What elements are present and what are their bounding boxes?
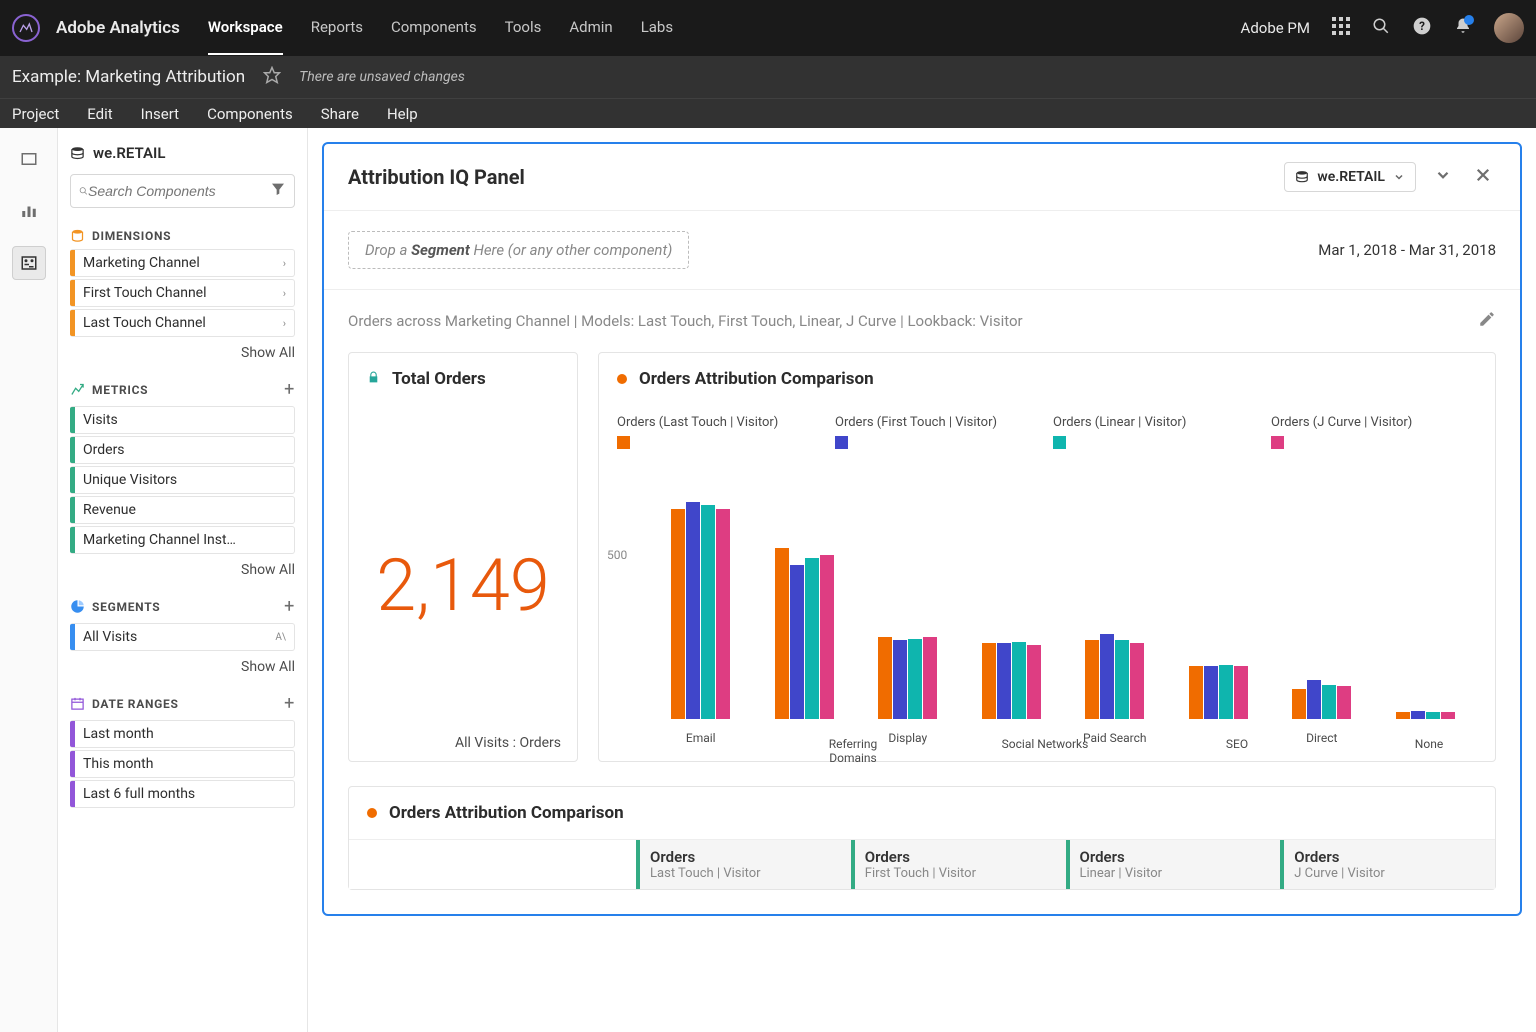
chart-plot-area: 500EmailDisplayPaid SearchDirectReferrin… — [649, 461, 1477, 741]
tab-components[interactable]: Components — [391, 1, 477, 55]
segment-item[interactable]: All VisitsA\ — [70, 623, 295, 651]
topbar: Adobe Analytics Workspace Reports Compon… — [0, 0, 1536, 56]
panel-subtitle: Orders across Marketing Channel | Models… — [348, 312, 1023, 330]
table-col[interactable]: OrdersFirst Touch | Visitor — [851, 840, 1066, 889]
panel-daterange[interactable]: Mar 1, 2018 - Mar 31, 2018 — [1318, 241, 1496, 259]
sidebar-suite-label: we.RETAIL — [93, 144, 165, 162]
unsaved-changes-label: There are unsaved changes — [299, 69, 465, 85]
lock-icon — [367, 371, 380, 388]
metric-item[interactable]: Revenue — [70, 496, 295, 524]
avatar[interactable] — [1494, 13, 1524, 43]
menubar: Project Edit Insert Components Share Hel… — [0, 98, 1536, 128]
menu-insert[interactable]: Insert — [141, 105, 179, 123]
daterange-item[interactable]: This month — [70, 750, 295, 778]
help-icon[interactable]: ? — [1412, 16, 1432, 40]
total-orders-footer: All Visits : Orders — [349, 725, 577, 761]
chart-dot-icon — [617, 374, 627, 384]
metrics-header: METRICS + — [70, 379, 295, 400]
menu-help[interactable]: Help — [387, 105, 418, 123]
dimension-item[interactable]: First Touch Channel› — [70, 279, 295, 307]
project-subheader: Example: Marketing Attribution There are… — [0, 56, 1536, 98]
chart-title: Orders Attribution Comparison — [639, 369, 874, 389]
total-orders-title: Total Orders — [392, 369, 486, 389]
segments-header: SEGMENTS + — [70, 596, 295, 617]
daterange-item[interactable]: Last 6 full months — [70, 780, 295, 808]
workspace-canvas: Attribution IQ Panel we.RETAIL Drop a Se… — [308, 128, 1536, 1032]
show-all-metrics[interactable]: Show All — [70, 562, 295, 578]
project-title: Example: Marketing Attribution — [12, 67, 245, 87]
table-col[interactable]: OrdersJ Curve | Visitor — [1280, 840, 1495, 889]
edit-panel-icon[interactable] — [1478, 310, 1496, 332]
rail-components-icon[interactable] — [12, 246, 46, 280]
chevron-right-icon: › — [283, 287, 286, 300]
total-orders-card: Total Orders 2,149 All Visits : Orders — [348, 352, 578, 762]
svg-text:?: ? — [1419, 19, 1425, 33]
filter-icon[interactable] — [270, 181, 286, 201]
legend-item[interactable]: Orders (Linear | Visitor) — [1053, 415, 1259, 453]
legend-item[interactable]: Orders (First Touch | Visitor) — [835, 415, 1041, 453]
metric-item[interactable]: Visits — [70, 406, 295, 434]
metric-item[interactable]: Unique Visitors — [70, 466, 295, 494]
dimension-item[interactable]: Marketing Channel› — [70, 249, 295, 277]
metric-item[interactable]: Marketing Channel Inst… — [70, 526, 295, 554]
brand-name: Adobe Analytics — [56, 18, 180, 38]
dimension-item[interactable]: Last Touch Channel› — [70, 309, 295, 337]
menu-edit[interactable]: Edit — [87, 105, 112, 123]
show-all-dimensions[interactable]: Show All — [70, 345, 295, 361]
favorite-star-icon[interactable] — [263, 66, 281, 88]
chart-dot-icon — [367, 808, 377, 818]
show-all-segments[interactable]: Show All — [70, 659, 295, 675]
adobe-analytics-logo — [12, 14, 40, 42]
notifications-icon[interactable] — [1454, 17, 1472, 39]
component-sidebar: we.RETAIL DIMENSIONS Marketing Channel› … — [58, 128, 308, 1032]
chevron-right-icon: › — [283, 317, 286, 330]
menu-share[interactable]: Share — [321, 105, 359, 123]
left-rail — [0, 128, 58, 1032]
attribution-table-card: Orders Attribution Comparison OrdersLast… — [348, 786, 1496, 890]
apps-grid-icon[interactable] — [1332, 17, 1350, 39]
menu-components[interactable]: Components — [207, 105, 293, 123]
total-orders-value: 2,149 — [349, 405, 577, 725]
table-col[interactable]: OrdersLinear | Visitor — [1066, 840, 1281, 889]
legend-item[interactable]: Orders (J Curve | Visitor) — [1271, 415, 1477, 453]
rail-visualizations-icon[interactable] — [12, 194, 46, 228]
main-nav-tabs: Workspace Reports Components Tools Admin… — [208, 1, 673, 55]
add-metric-icon[interactable]: + — [284, 379, 295, 400]
dateranges-header: DATE RANGES + — [70, 693, 295, 714]
table-title: Orders Attribution Comparison — [389, 803, 624, 823]
attribution-chart-card: Orders Attribution Comparison Orders (La… — [598, 352, 1496, 762]
tab-tools[interactable]: Tools — [505, 1, 542, 55]
search-icon[interactable] — [1372, 17, 1390, 39]
panel-title: Attribution IQ Panel — [348, 165, 525, 189]
add-segment-icon[interactable]: + — [284, 596, 295, 617]
adobe-badge-icon: A\ — [275, 632, 286, 643]
segment-dropzone[interactable]: Drop a Segment Here (or any other compon… — [348, 231, 689, 269]
add-daterange-icon[interactable]: + — [284, 693, 295, 714]
chart-legend: Orders (Last Touch | Visitor) Orders (Fi… — [599, 405, 1495, 461]
panel-suite-select[interactable]: we.RETAIL — [1284, 162, 1416, 192]
tab-workspace[interactable]: Workspace — [208, 1, 283, 55]
rail-panel-icon[interactable] — [12, 142, 46, 176]
daterange-item[interactable]: Last month — [70, 720, 295, 748]
tab-reports[interactable]: Reports — [311, 1, 363, 55]
dimensions-header: DIMENSIONS — [70, 228, 295, 243]
table-row-header-col — [349, 840, 636, 889]
tab-labs[interactable]: Labs — [641, 1, 673, 55]
metric-item[interactable]: Orders — [70, 436, 295, 464]
tab-admin[interactable]: Admin — [569, 1, 612, 55]
close-panel-icon[interactable] — [1470, 162, 1496, 192]
table-col[interactable]: OrdersLast Touch | Visitor — [636, 840, 851, 889]
search-input[interactable] — [88, 183, 270, 199]
attribution-panel: Attribution IQ Panel we.RETAIL Drop a Se… — [322, 142, 1522, 916]
legend-item[interactable]: Orders (Last Touch | Visitor) — [617, 415, 823, 453]
collapse-panel-icon[interactable] — [1430, 162, 1456, 192]
notification-dot — [1464, 15, 1474, 25]
account-name[interactable]: Adobe PM — [1241, 19, 1310, 37]
chevron-right-icon: › — [283, 257, 286, 270]
search-components[interactable] — [70, 174, 295, 208]
menu-project[interactable]: Project — [12, 105, 59, 123]
sidebar-suite[interactable]: we.RETAIL — [70, 144, 295, 162]
